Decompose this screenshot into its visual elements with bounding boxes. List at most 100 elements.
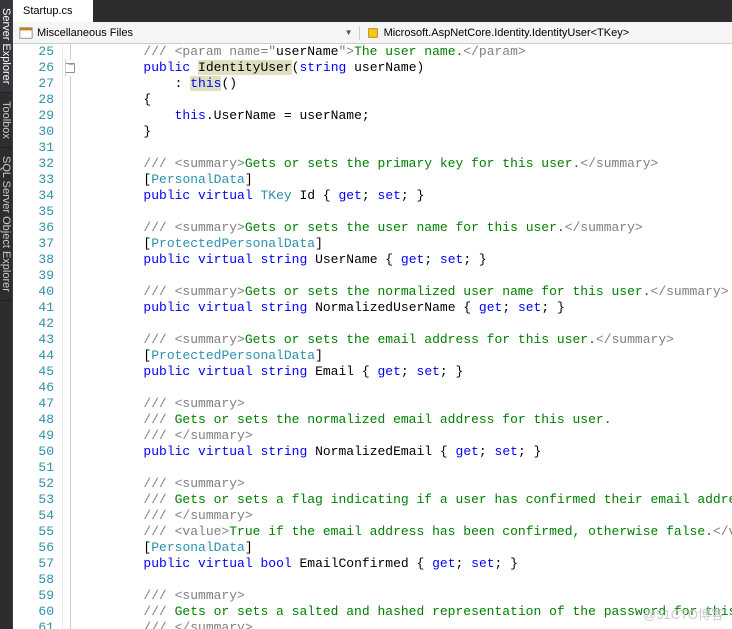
fold-guide bbox=[63, 380, 77, 396]
code-line[interactable]: /// </summary> bbox=[81, 620, 732, 629]
code-line[interactable]: /// Gets or sets a flag indicating if a … bbox=[81, 492, 732, 508]
line-number: 59 bbox=[13, 588, 54, 604]
code-line[interactable]: public virtual TKey Id { get; set; } bbox=[81, 188, 732, 204]
fold-guide bbox=[63, 188, 77, 204]
code-line[interactable] bbox=[81, 268, 732, 284]
document-tab-title: Startup.cs bbox=[23, 5, 73, 17]
code-line[interactable] bbox=[81, 316, 732, 332]
vtab-server-explorer[interactable]: Server Explorer bbox=[0, 0, 12, 93]
line-number: 46 bbox=[13, 380, 54, 396]
nav-project-label: Miscellaneous Files bbox=[37, 27, 133, 39]
code-line[interactable]: /// <value>True if the email address has… bbox=[81, 524, 732, 540]
fold-guide bbox=[63, 428, 77, 444]
fold-guide bbox=[63, 252, 77, 268]
line-number: 38 bbox=[13, 252, 54, 268]
vtab-sql-explorer[interactable]: SQL Server Object Explorer bbox=[0, 148, 12, 301]
line-number: 53 bbox=[13, 492, 54, 508]
code-line[interactable]: this.UserName = userName; bbox=[81, 108, 732, 124]
code-line[interactable]: [ProtectedPersonalData] bbox=[81, 236, 732, 252]
line-number: 60 bbox=[13, 604, 54, 620]
code-line[interactable]: /// <summary>Gets or sets the primary ke… bbox=[81, 156, 732, 172]
fold-guide bbox=[63, 476, 77, 492]
code-line[interactable]: /// </summary> bbox=[81, 428, 732, 444]
line-number: 35 bbox=[13, 204, 54, 220]
vtab-toolbox[interactable]: Toolbox bbox=[0, 93, 12, 148]
fold-guide bbox=[63, 204, 77, 220]
code-line[interactable] bbox=[81, 460, 732, 476]
line-number: 27 bbox=[13, 76, 54, 92]
code-line[interactable] bbox=[81, 204, 732, 220]
fold-guide bbox=[63, 412, 77, 428]
code-line[interactable]: public virtual string NormalizedUserName… bbox=[81, 300, 732, 316]
fold-guide bbox=[63, 620, 77, 629]
code-line[interactable]: public virtual string UserName { get; se… bbox=[81, 252, 732, 268]
line-number: 26 bbox=[13, 60, 54, 76]
code-line[interactable]: /// <summary>Gets or sets the normalized… bbox=[81, 284, 732, 300]
nav-bar: Miscellaneous Files ▼ Microsoft.AspNetCo… bbox=[13, 22, 732, 44]
line-number: 44 bbox=[13, 348, 54, 364]
code-line[interactable] bbox=[81, 380, 732, 396]
line-number: 48 bbox=[13, 412, 54, 428]
document-tab-startup[interactable]: Startup.cs bbox=[13, 0, 93, 22]
fold-guide bbox=[63, 108, 77, 124]
code-editor[interactable]: 2526272829303132333435363738394041424344… bbox=[13, 44, 732, 629]
fold-guide bbox=[63, 588, 77, 604]
fold-guide bbox=[63, 76, 77, 92]
code-line[interactable]: public virtual bool EmailConfirmed { get… bbox=[81, 556, 732, 572]
fold-guide bbox=[63, 540, 77, 556]
fold-guide bbox=[63, 220, 77, 236]
code-line[interactable]: : this() bbox=[81, 76, 732, 92]
line-number: 57 bbox=[13, 556, 54, 572]
csharp-project-icon bbox=[19, 26, 33, 40]
line-number: 39 bbox=[13, 268, 54, 284]
line-number-gutter: 2526272829303132333435363738394041424344… bbox=[13, 44, 63, 629]
fold-guide bbox=[63, 492, 77, 508]
code-line[interactable] bbox=[81, 140, 732, 156]
code-line[interactable]: [PersonalData] bbox=[81, 172, 732, 188]
code-line[interactable]: /// <summary>Gets or sets the user name … bbox=[81, 220, 732, 236]
code-line[interactable]: /// Gets or sets the normalized email ad… bbox=[81, 412, 732, 428]
code-line[interactable]: /// <summary> bbox=[81, 588, 732, 604]
code-line[interactable]: /// <summary> bbox=[81, 396, 732, 412]
code-line[interactable] bbox=[81, 572, 732, 588]
fold-guide bbox=[63, 44, 77, 60]
nav-project-dropdown[interactable]: Miscellaneous Files ▼ bbox=[13, 26, 360, 40]
code-line[interactable]: /// Gets or sets a salted and hashed rep… bbox=[81, 604, 732, 620]
code-line[interactable]: public IdentityUser(string userName) bbox=[81, 60, 732, 76]
chevron-down-icon: ▼ bbox=[345, 28, 353, 37]
fold-guide bbox=[63, 284, 77, 300]
code-line[interactable]: /// <summary>Gets or sets the email addr… bbox=[81, 332, 732, 348]
line-number: 33 bbox=[13, 172, 54, 188]
fold-guide bbox=[63, 556, 77, 572]
fold-guide bbox=[63, 508, 77, 524]
line-number: 54 bbox=[13, 508, 54, 524]
line-number: 25 bbox=[13, 44, 54, 60]
nav-class-dropdown[interactable]: Microsoft.AspNetCore.Identity.IdentityUs… bbox=[360, 26, 732, 40]
fold-guide bbox=[63, 268, 77, 284]
code-line[interactable]: public virtual string NormalizedEmail { … bbox=[81, 444, 732, 460]
fold-guide bbox=[63, 300, 77, 316]
fold-guide bbox=[63, 364, 77, 380]
code-line[interactable]: [ProtectedPersonalData] bbox=[81, 348, 732, 364]
line-number: 52 bbox=[13, 476, 54, 492]
line-number: 29 bbox=[13, 108, 54, 124]
line-number: 58 bbox=[13, 572, 54, 588]
fold-guide bbox=[63, 524, 77, 540]
fold-margin[interactable] bbox=[63, 44, 77, 629]
fold-toggle[interactable] bbox=[63, 60, 77, 76]
fold-guide bbox=[63, 92, 77, 108]
fold-guide bbox=[63, 460, 77, 476]
editor-main: Startup.cs Miscellaneous Files ▼ Microso… bbox=[13, 0, 732, 629]
line-number: 61 bbox=[13, 620, 54, 629]
code-line[interactable]: [PersonalData] bbox=[81, 540, 732, 556]
code-line[interactable]: /// <param name="userName">The user name… bbox=[81, 44, 732, 60]
line-number: 31 bbox=[13, 140, 54, 156]
code-line[interactable]: public virtual string Email { get; set; … bbox=[81, 364, 732, 380]
code-line[interactable]: /// <summary> bbox=[81, 476, 732, 492]
code-line[interactable]: /// </summary> bbox=[81, 508, 732, 524]
code-line[interactable]: { bbox=[81, 92, 732, 108]
code-line[interactable]: } bbox=[81, 124, 732, 140]
code-area[interactable]: /// <param name="userName">The user name… bbox=[77, 44, 732, 629]
line-number: 40 bbox=[13, 284, 54, 300]
line-number: 36 bbox=[13, 220, 54, 236]
